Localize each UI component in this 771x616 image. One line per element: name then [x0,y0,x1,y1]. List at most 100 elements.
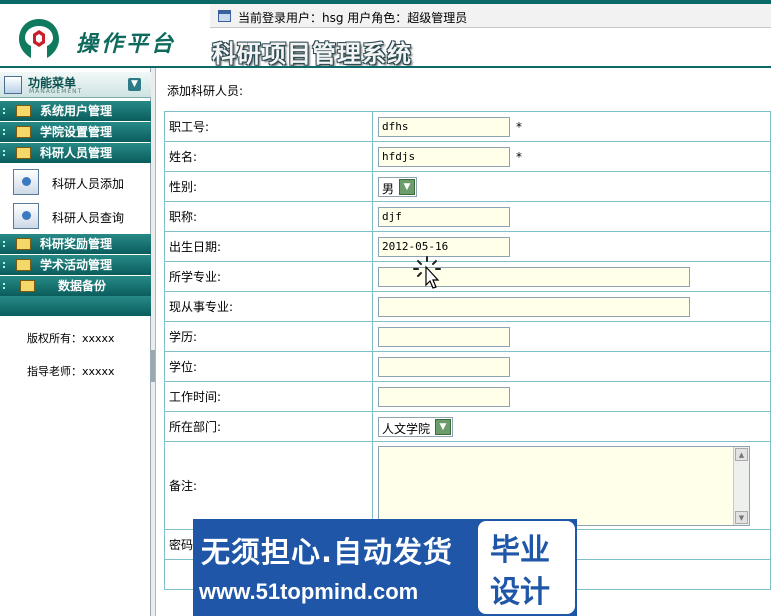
menu-group-label: 科研奖励管理 [40,237,113,251]
user-info: 当前登录用户：hsg 用户角色：超级管理员 [238,11,468,25]
menu-group-label: 学术活动管理 [40,258,113,272]
field-label: 职工号: [164,111,373,142]
menu-group-label: 学院设置管理 [40,125,113,139]
logo: 操作平台 [0,4,210,66]
form-row-current-specialty: 现从事专业: [164,291,771,322]
field-label: 现从事专业: [164,291,373,322]
header: 操作平台 当前登录用户：hsg 用户角色：超级管理员 科研项目管理系统 [0,0,771,68]
dots-icon [3,262,11,268]
folder-icon [16,105,31,117]
field-label: 所学专业: [164,261,373,292]
form-row-title: 职称: djf [164,201,771,232]
form-row-gender: 性别: 男 ▼ [164,171,771,202]
menu-group-college-settings[interactable]: 学院设置管理 [0,122,151,142]
logo-text: 操作平台 [76,31,177,57]
dots-icon [3,241,11,247]
current-specialty-input[interactable] [378,296,690,317]
field-label: 姓名: [164,141,373,172]
folder-icon [16,126,31,138]
menu-group-data-backup[interactable]: 数据备份 [0,276,151,296]
sidebar-splitter[interactable] [151,68,156,616]
watermark-slogan: 无须担心.自动发货 [201,535,454,569]
sidebar-item-query-researcher[interactable]: 科研人员查询 [0,198,151,234]
form-row-name: 姓名: hfdjs * [164,141,771,172]
gender-select[interactable]: 男 ▼ [378,176,418,197]
field-label: 工作时间: [164,381,373,412]
form-row-major: 所学专业: [164,261,771,292]
name-input[interactable]: hfdjs [378,146,510,167]
birthdate-input[interactable]: 2012-05-16 [378,236,510,257]
degree-input[interactable] [378,356,510,377]
sidebar-item-add-researcher[interactable]: 科研人员添加 [0,164,151,200]
education-input[interactable] [378,326,510,347]
menu-group-label: 数据备份 [58,279,107,293]
remarks-scrollbar[interactable]: ▲ ▼ [733,446,749,525]
dots-icon [3,129,11,135]
menu-group-label: 系统用户管理 [40,104,113,118]
department-value: 人文学院 [382,421,431,436]
user-info-bar: 当前登录用户：hsg 用户角色：超级管理员 [210,4,771,28]
field-label: 职称: [164,201,373,232]
window-icon [218,10,231,22]
work-time-input[interactable] [378,386,510,407]
menu-footer-bar [0,296,151,316]
field-label: 备注: [164,441,373,530]
remarks-textarea[interactable]: ▲ ▼ [378,445,750,526]
menu-group-label: 科研人员管理 [40,146,113,160]
form-row-remarks: 备注: ▲ ▼ [164,441,771,530]
folder-icon [16,147,31,159]
chevron-down-icon[interactable]: ▼ [128,78,141,91]
field-label: 性别: [164,171,373,202]
form-row-degree: 学位: [164,351,771,382]
dots-icon [3,108,11,114]
menu-group-academic-activities[interactable]: 学术活动管理 [0,255,151,275]
chevron-down-icon[interactable]: ▼ [435,418,452,435]
required-mark: * [516,149,522,164]
badge-text-bottom: 设计 [490,575,550,610]
watermark-url: www.51topmind.com [199,579,419,604]
menu-header: 功能菜单 MANAGEMENT ▼ [0,72,151,98]
form-row-work-time: 工作时间: [164,381,771,412]
required-mark: * [516,119,522,134]
field-label: 所在部门: [164,411,373,442]
chevron-down-icon[interactable]: ▼ [399,178,416,195]
form-row-education: 学历: [164,321,771,352]
splitter-grip[interactable] [151,350,155,382]
menu-group-researcher-management[interactable]: 科研人员管理 [0,143,151,163]
system-title: 科研项目管理系统 [212,39,412,68]
folder-icon [16,238,31,250]
folder-icon [16,259,31,271]
scroll-up-icon[interactable]: ▲ [735,447,748,461]
field-label: 出生日期: [164,231,373,262]
field-label: 学位: [164,351,373,382]
field-label: 学历: [164,321,373,352]
major-input[interactable] [378,266,690,287]
dots-icon [3,150,11,156]
folder-icon [20,280,35,292]
teacher-text: 指导老师：xxxxx [27,365,115,378]
add-user-icon [13,169,39,195]
department-select[interactable]: 人文学院 ▼ [378,416,454,437]
menu-group-system-users[interactable]: 系统用户管理 [0,101,151,121]
scroll-down-icon[interactable]: ▼ [735,510,748,524]
sidebar: 功能菜单 MANAGEMENT ▼ 系统用户管理 学院设置管理 科研人员管理 科… [0,68,151,616]
bank-logo-icon [19,19,59,58]
form-row-staff-id: 职工号: dfhs * [164,111,771,142]
sidebar-item-label: 科研人员添加 [52,177,125,191]
staff-id-input[interactable]: dfhs [378,116,510,137]
watermark-banner: 无须担心.自动发货 www.51topmind.com 毕业 设计 [193,519,577,616]
job-title-input[interactable]: djf [378,206,510,227]
sidebar-item-label: 科研人员查询 [52,211,125,225]
menu-subtitle: MANAGEMENT [29,88,83,95]
menu-book-icon [4,76,22,94]
gender-value: 男 [382,181,395,196]
form-row-birthdate: 出生日期: 2012-05-16 [164,231,771,262]
form-row-department: 所在部门: 人文学院 ▼ [164,411,771,442]
search-list-icon [13,203,39,229]
badge-text-top: 毕业 [490,533,550,568]
dots-icon [3,283,11,289]
menu-group-research-awards[interactable]: 科研奖励管理 [0,234,151,254]
copyright-text: 版权所有：xxxxx [27,332,115,345]
watermark-badge: 毕业 设计 [478,521,575,614]
form-title: 添加科研人员: [167,84,244,98]
